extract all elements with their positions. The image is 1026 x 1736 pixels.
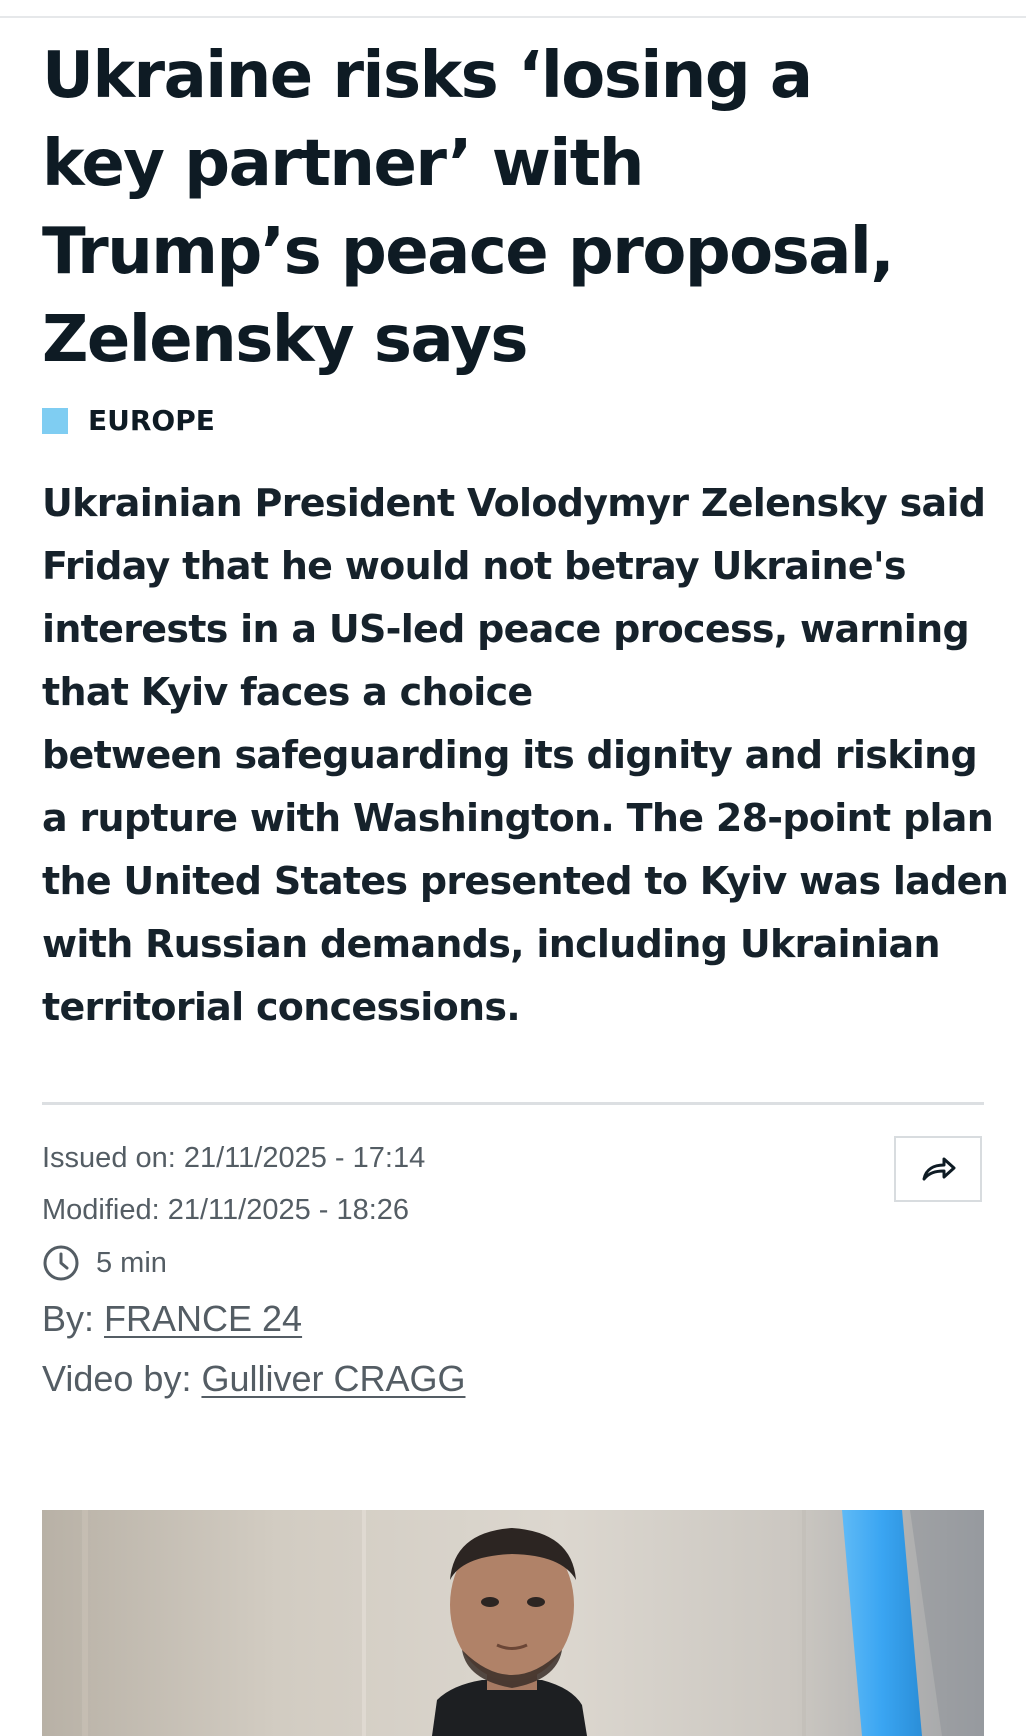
lede-line: that Kyiv faces a choice [42,670,533,714]
headline-line: Zelensky says [42,303,529,377]
issued-date: Issued on: 21/11/2025 - 17:14 [42,1142,426,1174]
lede-line: Friday that he would not betray Ukraine'… [42,544,907,588]
article-lede: Ukrainian President Volodymyr Zelensky s… [42,472,1009,1039]
top-divider [0,16,1026,18]
video-byline: Video by: Gulliver CRAGG [42,1358,466,1400]
category-label[interactable]: EUROPE [88,404,215,437]
category-tag[interactable]: EUROPE [42,404,215,437]
clock-icon [43,1245,79,1281]
article-photo[interactable] [42,1510,984,1736]
headline-line: Trump’s peace proposal, [42,215,895,289]
lede-line: between safeguarding its dignity and ris… [42,733,978,777]
byline-label: By: [42,1298,105,1339]
video-byline-label: Video by: [42,1358,202,1399]
zelensky-photo-illustration [42,1510,984,1736]
lede-line: interests in a US-led peace process, war… [42,607,970,651]
headline-line: Ukraine risks ‘losing a [42,39,813,113]
lede-line: Ukrainian President Volodymyr Zelensky s… [42,481,986,525]
author-link[interactable]: FRANCE 24 [104,1298,302,1339]
share-button[interactable] [894,1136,982,1202]
share-arrow-icon [922,1157,956,1181]
lede-line: territorial concessions. [42,985,521,1029]
article-headline: Ukraine risks ‘losing a key partner’ wit… [42,32,1002,384]
meta-divider [42,1102,984,1105]
read-time: 5 min [42,1244,167,1282]
video-author-link[interactable]: Gulliver CRAGG [201,1358,465,1399]
lede-line: with Russian demands, including Ukrainia… [42,922,941,966]
modified-date: Modified: 21/11/2025 - 18:26 [42,1194,410,1226]
byline: By: FRANCE 24 [42,1298,302,1340]
category-color-square [42,407,68,434]
read-time-label: 5 min [96,1246,167,1279]
lede-line: the United States presented to Kyiv was … [42,859,1009,903]
headline-line: key partner’ with [42,127,644,201]
lede-line: a rupture with Washington. The 28-point … [42,796,994,840]
